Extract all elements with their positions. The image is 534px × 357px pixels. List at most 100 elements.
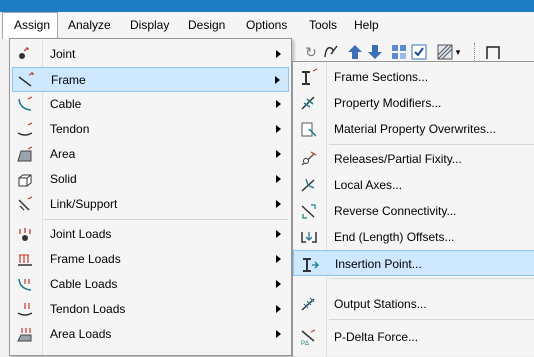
window-title-strip bbox=[0, 0, 534, 12]
frame-submenu: Frame Sections... Property Modifiers... … bbox=[292, 61, 534, 357]
assign-joint-loads-item[interactable]: Joint Loads bbox=[12, 222, 289, 247]
menu-display[interactable]: Display bbox=[124, 12, 175, 39]
assign-tendon-loads-item[interactable]: Tendon Loads bbox=[12, 297, 289, 322]
joint-loads-icon bbox=[16, 226, 34, 243]
redo-icon[interactable]: ↻ bbox=[302, 43, 320, 61]
material-overwrites-icon bbox=[299, 120, 319, 138]
menu-item-label: Joint Loads bbox=[50, 227, 112, 241]
menu-item-label: Insertion Point... bbox=[335, 257, 422, 271]
releases-icon bbox=[299, 150, 319, 168]
menu-item-label: Local Axes... bbox=[334, 178, 403, 192]
menu-tools[interactable]: Tools bbox=[303, 12, 343, 39]
submenu-arrow-icon bbox=[276, 175, 281, 183]
menu-design[interactable]: Design bbox=[182, 12, 231, 39]
assign-link-support-item[interactable]: Link/Support bbox=[12, 192, 289, 217]
frame-loads-icon bbox=[16, 251, 34, 268]
cable-loads-icon bbox=[16, 276, 34, 293]
menu-item-label: Releases/Partial Fixity... bbox=[334, 152, 462, 166]
menu-item-label: Cable bbox=[50, 97, 82, 111]
joint-icon bbox=[16, 46, 34, 63]
submenu-arrow-icon bbox=[276, 280, 281, 288]
svg-text:PΔ: PΔ bbox=[301, 341, 309, 346]
pattern-icon[interactable] bbox=[436, 43, 454, 61]
area-loads-icon bbox=[16, 326, 34, 343]
end-offsets-item[interactable]: End (Length) Offsets... bbox=[293, 224, 534, 250]
checkbox-icon[interactable] bbox=[410, 43, 428, 61]
menu-analyze[interactable]: Analyze bbox=[62, 12, 117, 39]
frame-icon bbox=[17, 72, 35, 89]
property-modifiers-item[interactable]: Property Modifiers... bbox=[293, 90, 534, 116]
menu-item-label: Link/Support bbox=[50, 197, 118, 211]
local-axes-icon bbox=[299, 176, 319, 194]
move-down-icon[interactable] bbox=[366, 43, 384, 61]
submenu-arrow-icon bbox=[276, 330, 281, 338]
menu-separator bbox=[329, 319, 534, 320]
insertion-point-icon bbox=[300, 255, 320, 273]
link-support-icon bbox=[16, 196, 34, 213]
menu-help[interactable]: Help bbox=[348, 12, 385, 39]
output-stations-item[interactable]: Output Stations... bbox=[293, 291, 534, 317]
menu-item-label: Area bbox=[50, 147, 76, 161]
menu-item-label: Material Property Overwrites... bbox=[334, 122, 497, 136]
submenu-arrow-icon bbox=[276, 50, 281, 58]
p-delta-force-item[interactable]: PΔ P-Delta Force... bbox=[293, 324, 534, 350]
submenu-arrow-icon bbox=[276, 305, 281, 313]
menu-bar: Assign Analyze Display Design Options To… bbox=[0, 12, 534, 40]
menu-item-label: Frame Loads bbox=[50, 252, 121, 266]
area-icon bbox=[16, 146, 34, 163]
tendon-loads-icon bbox=[16, 301, 34, 318]
frame-shape-icon[interactable] bbox=[484, 43, 502, 61]
menu-item-label: Tendon bbox=[50, 122, 90, 136]
assign-area-loads-item[interactable]: Area Loads bbox=[12, 322, 289, 347]
material-overwrites-item[interactable]: Material Property Overwrites... bbox=[293, 116, 534, 142]
submenu-arrow-icon bbox=[276, 200, 281, 208]
submenu-arrow-icon bbox=[276, 100, 281, 108]
menu-item-label: Reverse Connectivity... bbox=[334, 204, 457, 218]
assign-cable-loads-item[interactable]: Cable Loads bbox=[12, 272, 289, 297]
menu-item-label: Property Modifiers... bbox=[334, 96, 442, 110]
menu-item-label: Frame bbox=[51, 73, 86, 87]
submenu-arrow-icon bbox=[276, 255, 281, 263]
menu-item-label: End (Length) Offsets... bbox=[334, 230, 455, 244]
menu-item-label: Joint bbox=[50, 47, 76, 61]
menu-options[interactable]: Options bbox=[240, 12, 293, 39]
menu-assign[interactable]: Assign bbox=[2, 12, 58, 39]
menu-item-label: Cable Loads bbox=[50, 277, 118, 291]
local-axes-item[interactable]: Local Axes... bbox=[293, 172, 534, 198]
assign-solid-item[interactable]: Solid bbox=[12, 167, 289, 192]
submenu-arrow-icon bbox=[275, 76, 280, 84]
solid-icon bbox=[16, 171, 34, 188]
menu-item-label: Output Stations... bbox=[334, 297, 427, 311]
move-up-icon[interactable] bbox=[346, 43, 364, 61]
insertion-point-item[interactable]: Insertion Point... bbox=[293, 250, 534, 276]
tendon-icon bbox=[16, 121, 34, 138]
assign-cable-item[interactable]: Cable bbox=[12, 92, 289, 117]
toolbar-separator bbox=[474, 43, 477, 61]
assign-tendon-item[interactable]: Tendon bbox=[12, 117, 289, 142]
frame-sections-icon bbox=[299, 68, 319, 86]
refresh-view-icon[interactable] bbox=[322, 43, 340, 61]
reverse-connectivity-item[interactable]: Reverse Connectivity... bbox=[293, 198, 534, 224]
menu-separator bbox=[329, 278, 534, 279]
p-delta-icon: PΔ bbox=[299, 328, 319, 346]
menu-separator bbox=[329, 144, 534, 145]
grid-icon[interactable] bbox=[390, 43, 408, 61]
reverse-connectivity-icon bbox=[299, 202, 319, 220]
end-offsets-icon bbox=[299, 228, 319, 246]
chevron-down-icon[interactable]: ▾ bbox=[454, 43, 462, 61]
cable-icon bbox=[16, 96, 34, 113]
menu-item-label: Tendon Loads bbox=[50, 302, 126, 316]
assign-menu: Joint Frame Cable Tendon Area Solid Link… bbox=[9, 38, 292, 356]
releases-item[interactable]: Releases/Partial Fixity... bbox=[293, 146, 534, 172]
frame-sections-item[interactable]: Frame Sections... bbox=[293, 64, 534, 90]
menu-item-label: Area Loads bbox=[50, 327, 112, 341]
menu-separator bbox=[44, 219, 288, 220]
assign-joint-item[interactable]: Joint bbox=[12, 42, 289, 67]
assign-frame-loads-item[interactable]: Frame Loads bbox=[12, 247, 289, 272]
output-stations-icon bbox=[299, 295, 319, 313]
menu-item-label: Solid bbox=[50, 172, 77, 186]
menu-item-label: Frame Sections... bbox=[334, 70, 429, 84]
assign-frame-item[interactable]: Frame bbox=[12, 67, 289, 92]
assign-area-item[interactable]: Area bbox=[12, 142, 289, 167]
property-modifiers-icon bbox=[299, 94, 319, 112]
